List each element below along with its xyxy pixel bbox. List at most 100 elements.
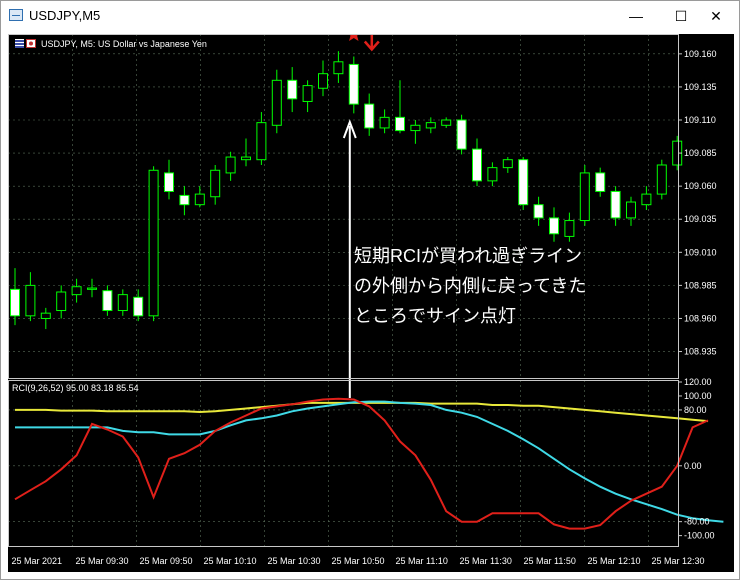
candle: [133, 289, 144, 322]
candle: [579, 164, 590, 226]
candle-body: [302, 85, 313, 102]
candle: [302, 80, 313, 113]
chart-svg: 109.160 109.135 109.110 109.085 109.060 109.0…: [8, 34, 724, 566]
candle: [148, 166, 159, 322]
candle-body: [117, 294, 128, 312]
maximize-button[interactable]: ☐: [666, 5, 696, 27]
candle: [40, 307, 51, 330]
annotation-line-3: ところでサイン点灯: [354, 306, 516, 326]
candle: [179, 186, 190, 216]
time-axis-tick: 25 Mar 11:30: [460, 556, 512, 566]
candle-body: [133, 296, 144, 317]
time-axis-tick: 25 Mar 11:10: [396, 556, 448, 566]
price-axis-tick: 109.160: [684, 49, 717, 59]
candle-body: [164, 172, 174, 192]
time-axis-tick: 25 Mar 09:50: [140, 556, 193, 566]
rci-axis-tick: 0.00: [684, 461, 702, 471]
rci-long-line: [15, 401, 709, 423]
candle-body: [595, 172, 606, 192]
annotation-line-2: の外側から内側に戻ってきた: [354, 276, 587, 296]
candle: [241, 138, 251, 167]
candle: [502, 157, 513, 173]
candle-body: [395, 116, 405, 132]
candle-body: [102, 290, 113, 312]
candle-body: [641, 193, 652, 206]
chart-window: USDJPY,M5 — ☐ ✕ 109.160 109.135 109.110 109…: [0, 0, 740, 580]
candle: [210, 164, 221, 205]
candle: [656, 159, 667, 200]
candle: [456, 114, 467, 155]
candle: [225, 151, 236, 181]
candle: [318, 60, 328, 97]
candle-body: [364, 103, 375, 129]
candle-body: [626, 201, 636, 219]
candle-body: [194, 193, 205, 206]
candle: [102, 285, 113, 316]
price-panel-frame: [8, 34, 679, 379]
signal-star-icon: [348, 34, 360, 41]
candle-body: [40, 312, 51, 319]
rci-axis-tick: -80.00: [684, 517, 710, 527]
candle-body: [287, 79, 298, 100]
price-axis-tick: 108.960: [684, 313, 717, 323]
candle-body: [410, 124, 421, 132]
rci-axis-tick: 80.00: [684, 405, 707, 415]
time-axis-tick: 25 Mar 09:30: [76, 556, 129, 566]
candle-body: [564, 220, 575, 237]
candle-body: [318, 73, 328, 89]
candle: [533, 196, 544, 226]
candle: [626, 196, 636, 226]
candle: [164, 159, 174, 200]
candle: [287, 67, 298, 113]
price-axis-tick: 109.135: [684, 82, 717, 92]
minimize-button[interactable]: —: [621, 5, 651, 27]
candle-body: [579, 172, 590, 222]
candle-body: [610, 190, 621, 219]
price-axis-tick: 109.060: [684, 181, 717, 191]
candle-body: [271, 79, 282, 126]
price-axis-tick: 109.085: [684, 148, 717, 158]
rci-axis-tick: 120.00: [684, 377, 712, 387]
candle: [271, 69, 282, 134]
candle: [641, 186, 652, 210]
chart-symbol-label: USDJPY, M5: US Dollar vs Japanese Yen: [41, 39, 207, 49]
candle: [564, 212, 575, 242]
time-axis-tick: 25 Mar 12:10: [588, 556, 641, 566]
candle-body: [241, 156, 251, 161]
candle-body: [472, 148, 482, 182]
candle: [333, 51, 344, 83]
price-axis-tick: 108.985: [684, 280, 717, 290]
annotation-line-1: 短期RCIが買われ過ぎライン: [354, 246, 582, 266]
candle: [395, 80, 405, 134]
candle-body: [456, 119, 467, 150]
time-axis-tick: 25 Mar 10:50: [332, 556, 385, 566]
close-button[interactable]: ✕: [701, 5, 731, 27]
candle-body: [656, 164, 667, 195]
window-title: USDJPY,M5: [29, 8, 101, 23]
chart-window-icon: [9, 9, 23, 21]
rci-axis-tick: 100.00: [684, 391, 712, 401]
rci-mid-line: [15, 400, 724, 523]
candle: [56, 285, 67, 319]
candle: [595, 167, 606, 197]
annotation-text: 短期RCIが買われ過ぎライン の外側から内側に戻ってきた ところでサイン点灯: [354, 246, 587, 326]
price-axis-tick: 109.010: [684, 247, 717, 257]
candle: [379, 109, 390, 134]
chart-area[interactable]: 109.160 109.135 109.110 109.085 109.060 109.0…: [8, 34, 734, 572]
candle-body: [425, 122, 436, 129]
candle: [71, 278, 82, 303]
candle-body: [10, 288, 20, 317]
title-bar[interactable]: USDJPY,M5 — ☐ ✕: [1, 1, 739, 31]
candle: [117, 289, 128, 316]
candle-body: [441, 119, 452, 126]
candle: [410, 120, 421, 144]
price-axis-tick: 109.035: [684, 214, 717, 224]
candle-body: [333, 61, 344, 75]
time-axis-tick: 25 Mar 11:50: [524, 556, 576, 566]
candle-body: [256, 122, 267, 161]
candle-body: [71, 286, 82, 296]
time-axis-tick: 25 Mar 10:10: [204, 556, 257, 566]
indicator-label: RCI(9,26,52) 95.00 83.18 85.54: [12, 383, 139, 393]
candle: [10, 268, 20, 326]
candle-body: [87, 287, 97, 290]
